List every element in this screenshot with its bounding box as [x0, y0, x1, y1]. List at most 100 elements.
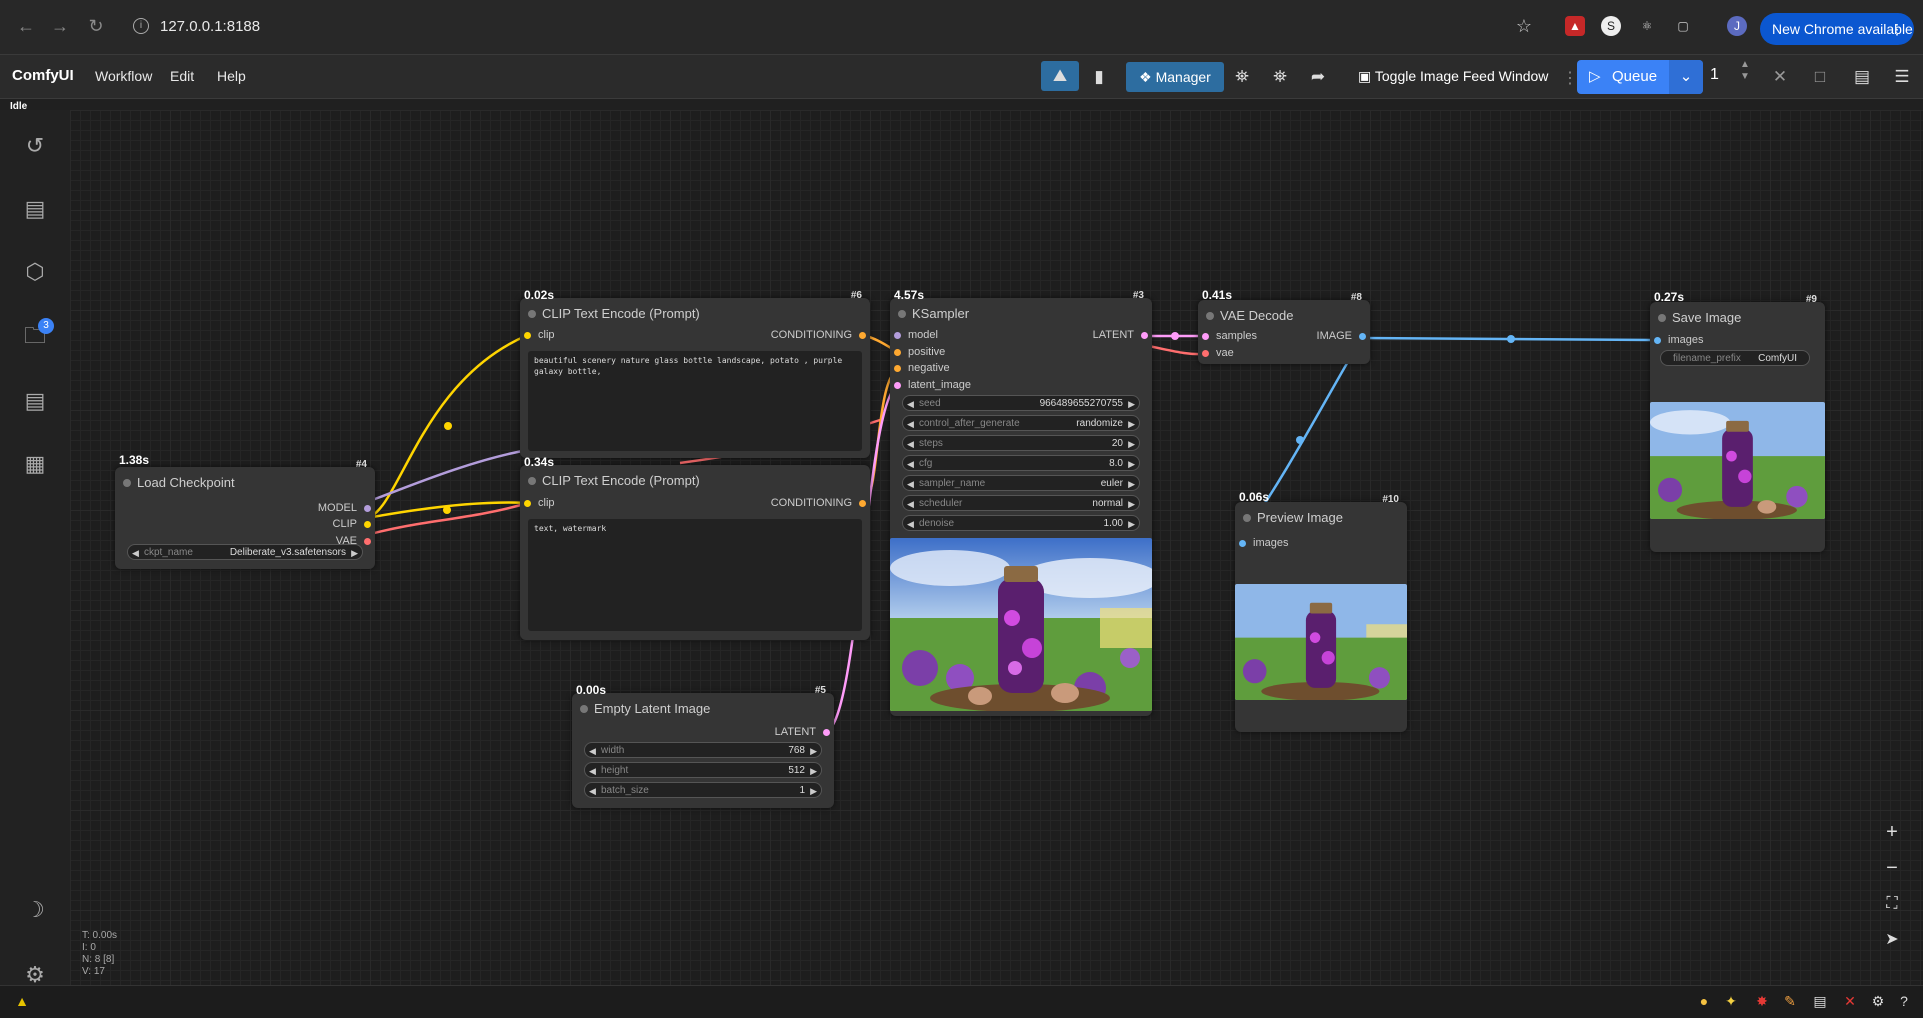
node-title: Save Image	[1672, 310, 1742, 325]
widget-label: denoise	[919, 518, 955, 529]
crystools-icon[interactable]: ●	[1694, 991, 1714, 1011]
node-clip-text-encode-negative[interactable]: 0.34s CLIP Text Encode (Prompt) clip CON…	[520, 455, 870, 640]
node-collapse-dot[interactable]	[528, 310, 536, 318]
output-slot-conditioning[interactable]	[859, 500, 866, 507]
node-collapse-dot[interactable]	[123, 479, 131, 487]
cfg-widget[interactable]: ◀ cfg 8.0 ▶	[902, 455, 1140, 471]
right-arrow-icon[interactable]: ▶	[810, 743, 817, 759]
widget-label: scheduler	[919, 498, 963, 509]
sparkle-icon[interactable]: ✦	[1721, 991, 1741, 1011]
input-slot-negative[interactable]	[894, 365, 901, 372]
input-slot-latent-image[interactable]	[894, 382, 901, 389]
left-arrow-icon[interactable]: ◀	[907, 476, 914, 492]
right-arrow-icon[interactable]: ▶	[1128, 476, 1135, 492]
node-ksampler[interactable]: 4.57s #3 KSampler model positive negativ…	[890, 288, 1152, 716]
node-load-checkpoint[interactable]: 1.38s #4 Load Checkpoint MODEL CLIP VAE …	[115, 453, 375, 569]
left-arrow-icon[interactable]: ◀	[589, 743, 596, 759]
left-arrow-icon[interactable]: ◀	[589, 763, 596, 779]
prompt-textarea[interactable]: beautiful scenery nature glass bottle la…	[528, 351, 862, 451]
left-arrow-icon[interactable]: ◀	[907, 516, 914, 532]
input-slot-clip[interactable]	[524, 332, 531, 339]
batch-size-widget[interactable]: ◀ batch_size 1 ▶	[584, 782, 822, 798]
node-collapse-dot[interactable]	[580, 705, 588, 713]
node-vae-decode[interactable]: 0.41s #8 VAE Decode samples vae IMAGE	[1198, 288, 1370, 364]
output-slot-latent[interactable]	[1141, 332, 1148, 339]
node-collapse-dot[interactable]	[1243, 514, 1251, 522]
right-arrow-icon[interactable]: ▶	[810, 763, 817, 779]
input-slot-model[interactable]	[894, 332, 901, 339]
left-arrow-icon[interactable]: ◀	[907, 496, 914, 512]
left-arrow-icon[interactable]: ◀	[132, 545, 139, 561]
output-slot-latent[interactable]	[823, 729, 830, 736]
generated-image-preview[interactable]	[890, 538, 1152, 711]
node-collapse-dot[interactable]	[898, 310, 906, 318]
left-arrow-icon[interactable]: ◀	[907, 456, 914, 472]
input-slot-clip[interactable]	[524, 500, 531, 507]
input-slot-images[interactable]	[1239, 540, 1246, 547]
preview-image-thumbnail[interactable]	[1235, 584, 1407, 700]
output-slot-conditioning[interactable]	[859, 332, 866, 339]
sampler-name-widget[interactable]: ◀ sampler_name euler ▶	[902, 475, 1140, 491]
right-arrow-icon[interactable]: ▶	[1128, 396, 1135, 412]
filename-prefix-widget[interactable]: filename_prefix ComfyUI	[1660, 350, 1810, 366]
pencil-icon[interactable]: ✎	[1780, 991, 1800, 1011]
saved-image-preview[interactable]	[1650, 402, 1825, 519]
scheduler-widget[interactable]: ◀ scheduler normal ▶	[902, 495, 1140, 511]
input-label-images: images	[1668, 334, 1704, 346]
input-label-images: images	[1253, 537, 1289, 549]
right-arrow-icon[interactable]: ▶	[351, 545, 358, 561]
widget-value: 768	[788, 745, 805, 756]
input-label-clip: clip	[538, 329, 555, 341]
pointer-mode-icon[interactable]: ➤	[1880, 928, 1904, 952]
width-widget[interactable]: ◀ width 768 ▶	[584, 742, 822, 758]
steps-widget[interactable]: ◀ steps 20 ▶	[902, 435, 1140, 451]
right-arrow-icon[interactable]: ▶	[1128, 436, 1135, 452]
node-title: Preview Image	[1257, 510, 1343, 525]
settings-icon[interactable]: ⚙	[1868, 991, 1888, 1011]
link-midpoint	[1171, 332, 1179, 340]
monitor-icon[interactable]: ▤	[1810, 991, 1830, 1011]
seed-widget[interactable]: ◀ seed 966489655270755 ▶	[902, 395, 1140, 411]
widget-value: normal	[1092, 498, 1123, 509]
comfy-logo-icon[interactable]: ▲	[12, 991, 32, 1011]
output-slot-vae[interactable]	[364, 538, 371, 545]
control-after-generate-widget[interactable]: ◀ control_after_generate randomize ▶	[902, 415, 1140, 431]
right-arrow-icon[interactable]: ▶	[1128, 456, 1135, 472]
left-arrow-icon[interactable]: ◀	[907, 416, 914, 432]
right-arrow-icon[interactable]: ▶	[810, 783, 817, 799]
node-collapse-dot[interactable]	[1658, 314, 1666, 322]
node-clip-text-encode-positive[interactable]: 0.02s #6 CLIP Text Encode (Prompt) clip …	[520, 288, 870, 458]
zoom-in-icon[interactable]: +	[1880, 820, 1904, 844]
help-icon[interactable]: ?	[1894, 991, 1914, 1011]
left-arrow-icon[interactable]: ◀	[589, 783, 596, 799]
ckpt-name-widget[interactable]: ◀ ckpt_name Deliberate_v3.safetensors ▶	[127, 544, 363, 560]
node-collapse-dot[interactable]	[528, 477, 536, 485]
node-collapse-dot[interactable]	[1206, 312, 1214, 320]
height-widget[interactable]: ◀ height 512 ▶	[584, 762, 822, 778]
right-arrow-icon[interactable]: ▶	[1128, 516, 1135, 532]
prompt-textarea[interactable]: text, watermark	[528, 519, 862, 631]
node-title: KSampler	[912, 306, 970, 321]
left-arrow-icon[interactable]: ◀	[907, 396, 914, 412]
zoom-out-icon[interactable]: −	[1880, 856, 1904, 880]
input-slot-vae[interactable]	[1202, 350, 1209, 357]
node-preview-image[interactable]: 0.06s #10 Preview Image images	[1235, 490, 1407, 732]
fit-view-icon[interactable]: ⛶	[1880, 892, 1904, 916]
widget-value: 1	[799, 785, 805, 796]
input-slot-samples[interactable]	[1202, 333, 1209, 340]
denoise-widget[interactable]: ◀ denoise 1.00 ▶	[902, 515, 1140, 531]
node-exec-time: 0.34s	[524, 455, 555, 469]
right-arrow-icon[interactable]: ▶	[1128, 416, 1135, 432]
input-slot-positive[interactable]	[894, 349, 901, 356]
left-arrow-icon[interactable]: ◀	[907, 436, 914, 452]
output-slot-image[interactable]	[1359, 333, 1366, 340]
close-red-icon[interactable]: ✕	[1840, 991, 1860, 1011]
input-slot-images[interactable]	[1654, 337, 1661, 344]
output-slot-clip[interactable]	[364, 521, 371, 528]
widget-label: control_after_generate	[919, 418, 1020, 429]
output-slot-model[interactable]	[364, 505, 371, 512]
burst-icon[interactable]: ✸	[1752, 991, 1772, 1011]
node-empty-latent-image[interactable]: 0.00s #5 Empty Latent Image LATENT ◀ widt…	[572, 683, 834, 808]
right-arrow-icon[interactable]: ▶	[1128, 496, 1135, 512]
node-save-image[interactable]: 0.27s #9 Save Image images filename_pref…	[1650, 290, 1825, 552]
